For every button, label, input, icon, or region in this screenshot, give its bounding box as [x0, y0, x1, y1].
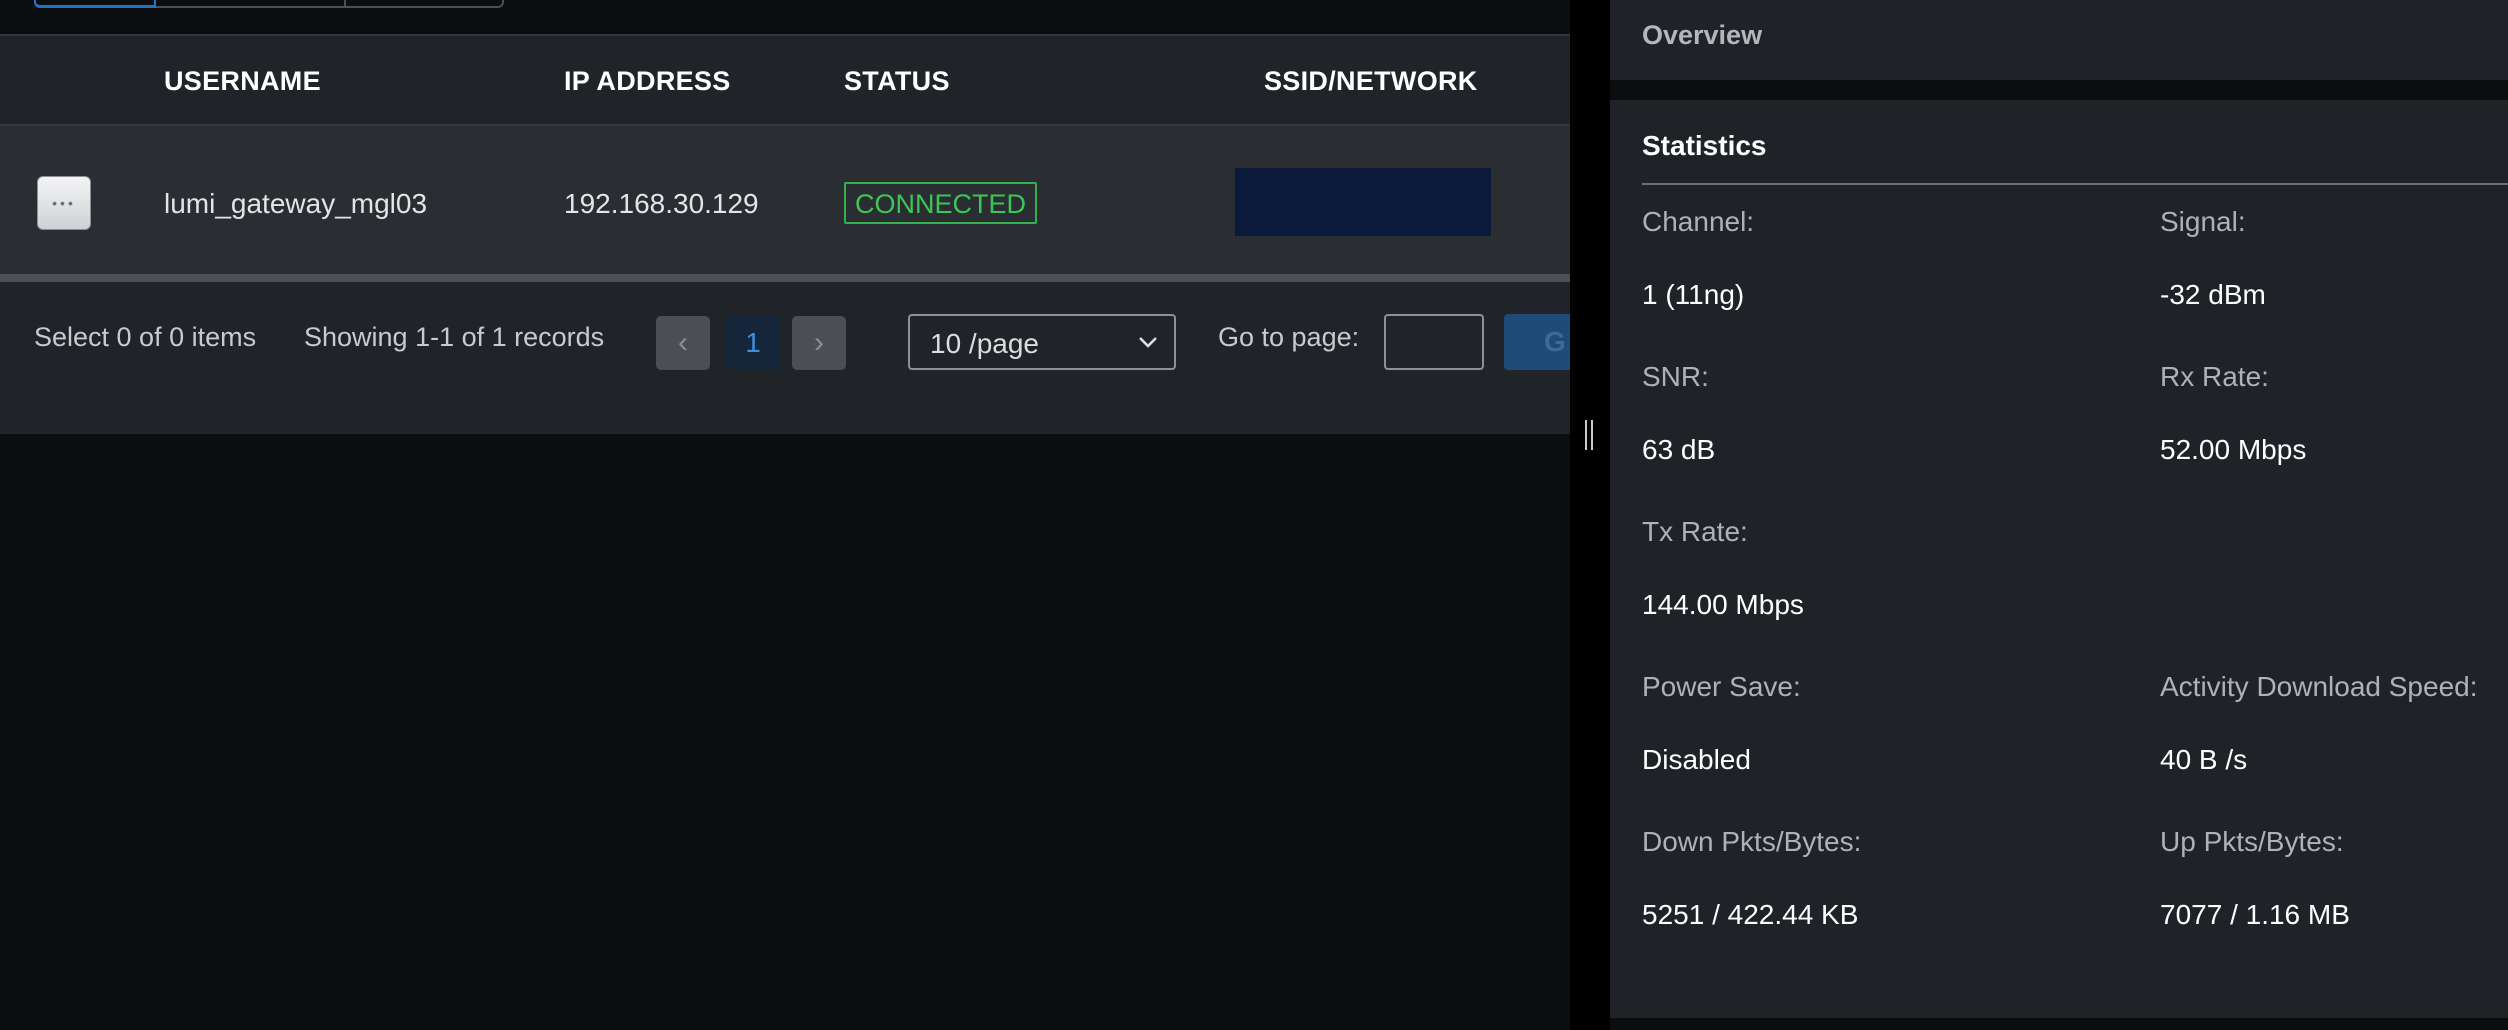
- down-pkts-bytes-value: 5251 / 422.44 KB: [1642, 899, 1859, 930]
- down-pkts-bytes-label: Down Pkts/Bytes:: [1642, 826, 1862, 857]
- status-badge: CONNECTED: [844, 182, 1038, 224]
- page-size-select[interactable]: 10 /page: [908, 314, 1176, 370]
- horizontal-scrollbar[interactable]: [0, 274, 1570, 282]
- signal-value: -32 dBm: [2160, 279, 2266, 310]
- chevron-right-icon: ›: [814, 326, 824, 359]
- goto-page-label: Go to page:: [1218, 322, 1360, 352]
- clients-panel: USERNAME IP ADDRESS STATUS SSID/NETWORK …: [0, 0, 1584, 1030]
- cell-ssid-network-redacted: [1235, 168, 1491, 236]
- signal-label: Signal:: [2160, 206, 2246, 237]
- rx-rate-label: Rx Rate:: [2160, 361, 2269, 392]
- chevron-left-icon: ‹: [678, 326, 688, 359]
- tx-rate-label: Tx Rate:: [1642, 516, 1748, 547]
- cell-ip-address: 192.168.30.129: [564, 188, 759, 219]
- row-actions-button[interactable]: •••: [37, 176, 91, 230]
- snr-value: 63 dB: [1642, 434, 1716, 465]
- view-tab-1[interactable]: [34, 0, 156, 8]
- power-save-label: Power Save:: [1642, 671, 1801, 702]
- column-header-status[interactable]: STATUS: [844, 66, 950, 97]
- more-horizontal-icon: •••: [52, 195, 76, 211]
- overview-section[interactable]: Overview: [1610, 0, 2508, 80]
- activity-download-speed-value: 40 B /s: [2160, 744, 2248, 775]
- column-header-username[interactable]: USERNAME: [164, 66, 321, 97]
- page-size-value: 10 /page: [930, 328, 1039, 359]
- table-header: USERNAME IP ADDRESS STATUS SSID/NETWORK: [0, 34, 1570, 126]
- view-tab-2[interactable]: [156, 0, 346, 8]
- view-tab-group: [34, 0, 504, 10]
- statistics-title: Statistics: [1642, 130, 1767, 161]
- drag-handle-icon[interactable]: [1583, 420, 1595, 450]
- tx-rate-value: 144.00 Mbps: [1642, 589, 1804, 620]
- column-header-ip-address[interactable]: IP ADDRESS: [564, 66, 731, 97]
- up-pkts-bytes-label: Up Pkts/Bytes:: [2160, 826, 2344, 857]
- power-save-value: Disabled: [1642, 744, 1751, 775]
- records-summary: Showing 1-1 of 1 records: [304, 322, 605, 352]
- up-pkts-bytes-value: 7077 / 1.16 MB: [2160, 899, 2350, 930]
- column-header-ssid-network[interactable]: SSID/NETWORK: [1264, 66, 1478, 97]
- snr-label: SNR:: [1642, 361, 1709, 392]
- rx-rate-value: 52.00 Mbps: [2160, 434, 2307, 465]
- table-row[interactable]: ••• lumi_gateway_mgl03 192.168.30.129 CO…: [0, 126, 1570, 274]
- cell-username: lumi_gateway_mgl03: [164, 188, 428, 219]
- channel-label: Channel:: [1642, 206, 1755, 237]
- table-pagination: Select 0 of 0 items Showing 1-1 of 1 rec…: [0, 282, 1584, 434]
- panel-divider[interactable]: [1570, 0, 1610, 1030]
- page-1-button[interactable]: 1: [726, 316, 780, 370]
- selection-count: Select 0 of 0 items: [34, 322, 257, 352]
- next-page-button[interactable]: ›: [792, 316, 846, 370]
- overview-title[interactable]: Overview: [1642, 20, 1762, 51]
- statistics-divider: [1642, 183, 2508, 185]
- chevron-down-icon: [1139, 337, 1157, 348]
- activity-download-speed-label: Activity Download Speed:: [2160, 671, 2478, 702]
- prev-page-button[interactable]: ‹: [656, 316, 710, 370]
- channel-value: 1 (11ng): [1642, 279, 1745, 310]
- view-tab-3[interactable]: [346, 0, 504, 8]
- statistics-section: Statistics Channel: 1 (11ng) Signal: -32…: [1610, 100, 2508, 1018]
- goto-page-input[interactable]: [1384, 314, 1484, 370]
- clients-table: USERNAME IP ADDRESS STATUS SSID/NETWORK …: [0, 34, 1584, 434]
